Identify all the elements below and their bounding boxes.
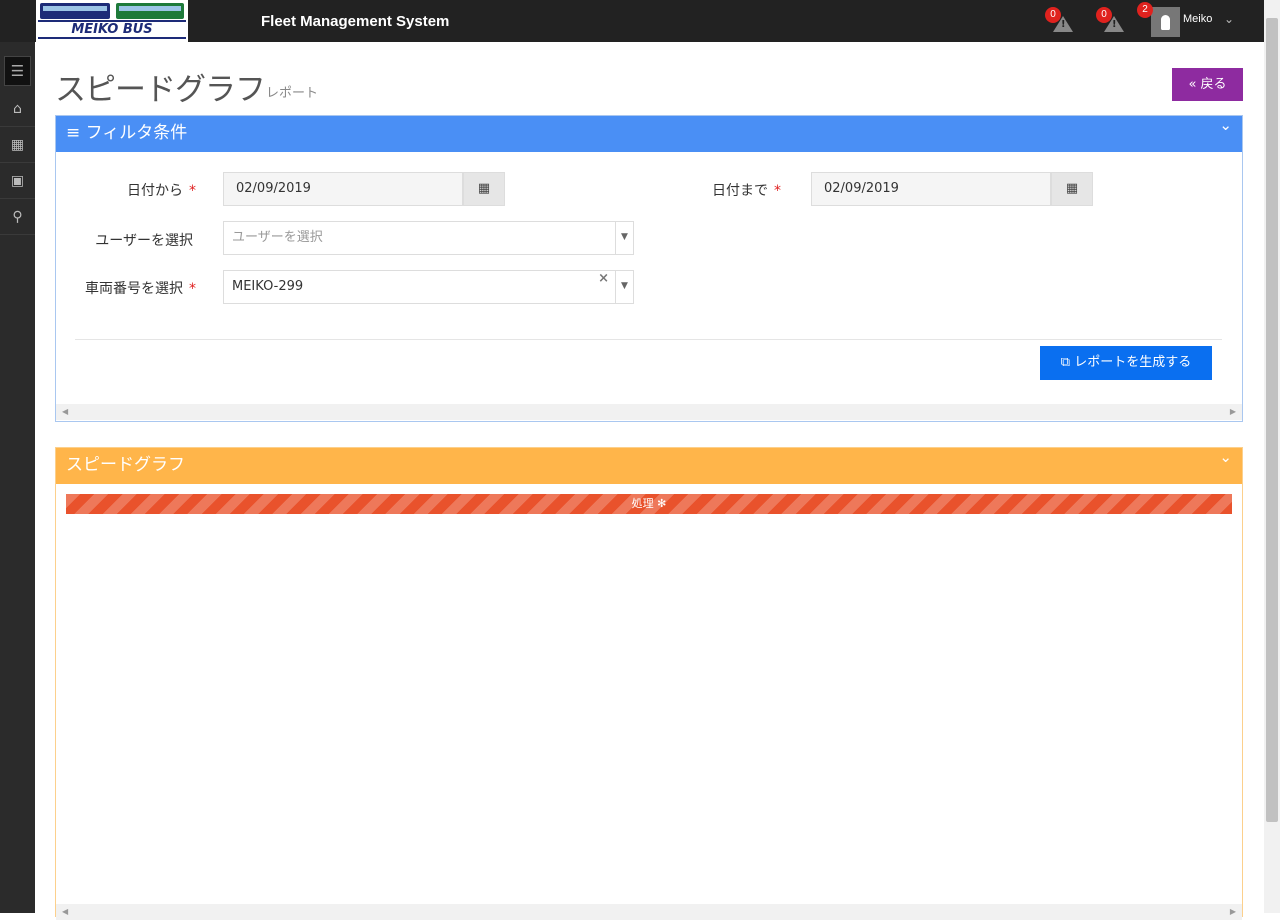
date-to-input[interactable]: 02/09/2019 ▦	[811, 172, 1093, 206]
external-link-icon: ⧉	[1060, 355, 1071, 370]
home-icon: ⌂	[13, 101, 22, 117]
speed-graph-panel-header[interactable]: スピードグラフ ⌄	[56, 448, 1242, 484]
app-title: Fleet Management System	[261, 13, 450, 30]
page-title: スピードグラフ	[55, 72, 266, 108]
alert-count-badge: 0	[1045, 7, 1061, 23]
calendar-icon[interactable]: ▦	[463, 172, 505, 206]
bus-logo-image	[40, 3, 110, 19]
sidebar-item-bus[interactable]: ▣	[0, 164, 35, 199]
alert-notification-button[interactable]: 0	[1045, 7, 1073, 32]
page-subtitle: レポート	[266, 86, 319, 101]
clear-icon[interactable]: ×	[598, 271, 609, 286]
date-to-label: 日付まで *	[712, 183, 781, 199]
scroll-right-icon[interactable]: ▶	[1230, 904, 1236, 920]
sidebar-item-home[interactable]: ⌂	[0, 92, 35, 127]
chevron-down-icon[interactable]: ⌄	[1219, 448, 1232, 466]
chevron-down-icon: ⌄	[1224, 12, 1235, 26]
user-name: Meiko	[1183, 13, 1213, 25]
logo-text: MEIKO BUS	[38, 20, 186, 39]
speed-graph-panel: スピードグラフ ⌄ 処理 ✻ ◀ ▶	[55, 447, 1243, 920]
scroll-left-icon[interactable]: ◀	[62, 404, 68, 420]
horizontal-scrollbar[interactable]: ◀ ▶	[56, 904, 1242, 920]
divider	[75, 339, 1222, 340]
avatar	[1151, 7, 1180, 37]
horizontal-scrollbar[interactable]: ◀ ▶	[56, 404, 1242, 420]
vehicle-select[interactable]: MEIKO-299 × ▼	[223, 270, 634, 304]
alert-count-badge: 0	[1096, 7, 1112, 23]
calendar-icon[interactable]: ▦	[1051, 172, 1093, 206]
generate-report-button[interactable]: ⧉ レポートを生成する	[1040, 346, 1212, 380]
top-navbar: MEIKO BUS Fleet Management System 0 0 2 …	[0, 0, 1280, 42]
dropdown-arrow-icon[interactable]: ▼	[615, 271, 633, 303]
scroll-right-icon[interactable]: ▶	[1230, 404, 1236, 420]
sidebar-item-location[interactable]: ⚲	[0, 200, 35, 235]
bus-icon: ▣	[10, 173, 25, 189]
vertical-scrollbar[interactable]	[1264, 0, 1280, 913]
date-from-label: 日付から *	[127, 183, 196, 199]
back-button[interactable]: « 戻る	[1172, 68, 1243, 101]
dropdown-arrow-icon[interactable]: ▼	[615, 222, 633, 254]
date-from-input[interactable]: 02/09/2019 ▦	[223, 172, 505, 206]
scroll-left-icon[interactable]: ◀	[62, 904, 68, 920]
map-marker-icon: ⚲	[12, 209, 23, 225]
filter-panel-header[interactable]: ≡ フィルタ条件 ⌄	[56, 116, 1242, 152]
user-select-label: ユーザーを選択	[95, 233, 193, 249]
vehicle-select-label: 車両番号を選択 *	[85, 281, 196, 297]
vehicle-select-value: MEIKO-299	[232, 279, 304, 294]
sidebar-item-table[interactable]: ▦	[0, 128, 35, 163]
bus-logo-image	[116, 3, 184, 19]
user-notification-badge: 2	[1137, 2, 1153, 18]
speed-graph-panel-title: スピードグラフ	[66, 455, 185, 475]
alert-notification-button[interactable]: 0	[1096, 7, 1124, 32]
scrollbar-thumb[interactable]	[1266, 18, 1278, 822]
company-logo[interactable]: MEIKO BUS	[36, 0, 188, 42]
sidebar: ☰ ⌂ ▦ ▣ ⚲	[0, 42, 35, 913]
processing-progress-bar: 処理 ✻	[66, 494, 1232, 514]
table-icon: ▦	[10, 137, 25, 153]
filter-panel-title: ≡ フィルタ条件	[66, 123, 188, 143]
user-select[interactable]: ユーザーを選択 ▼	[223, 221, 634, 255]
user-select-placeholder: ユーザーを選択	[232, 230, 323, 245]
filter-panel: ≡ フィルタ条件 ⌄ 日付から * 02/09/2019 ▦ 日付まで * 02/0…	[55, 115, 1243, 422]
menu-icon[interactable]: ☰	[4, 56, 31, 86]
chevron-down-icon[interactable]: ⌄	[1219, 116, 1232, 134]
